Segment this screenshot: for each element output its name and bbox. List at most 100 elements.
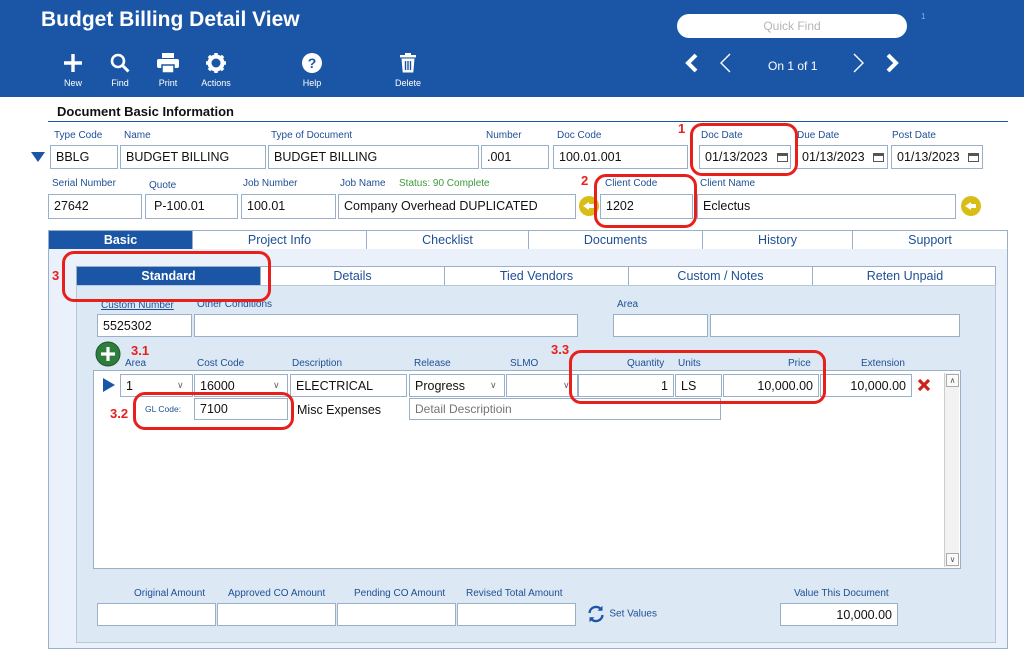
serial-number-field[interactable]: 27642 xyxy=(48,194,142,219)
section-title: Document Basic Information xyxy=(57,104,234,119)
col-header-description: Description xyxy=(292,358,343,369)
tab-tied-vendors[interactable]: Tied Vendors xyxy=(445,267,629,286)
tab-basic[interactable]: Basic xyxy=(49,231,193,250)
original-amount-label: Original Amount xyxy=(134,588,206,599)
delete-row-icon[interactable] xyxy=(917,378,931,395)
add-line-button[interactable] xyxy=(95,341,121,370)
actions-button[interactable]: Actions xyxy=(191,52,241,88)
pending-co-field xyxy=(337,603,456,626)
next-record-button[interactable] xyxy=(848,52,868,77)
callout-number-3-2: 3.2 xyxy=(110,406,129,421)
revised-total-field xyxy=(457,603,576,626)
chevron-down-icon: ∨ xyxy=(273,380,280,390)
main-tab-bar: Basic Project Info Checklist Documents H… xyxy=(48,230,1008,251)
calendar-icon[interactable] xyxy=(968,153,979,162)
col-header-extension: Extension xyxy=(861,358,905,369)
approved-co-field xyxy=(217,603,336,626)
set-values-button[interactable]: Set Values xyxy=(586,604,657,624)
print-button[interactable]: Print xyxy=(143,52,193,88)
callout-number-3: 3 xyxy=(52,268,60,283)
number-label: Number xyxy=(486,130,522,141)
callout-number-2: 2 xyxy=(581,173,589,188)
client-name-field[interactable]: Eclectus xyxy=(697,194,956,219)
row-description-field[interactable]: ELECTRICAL xyxy=(290,374,407,397)
area-label: Area xyxy=(617,299,639,310)
row-release-value: Progress xyxy=(415,379,466,393)
area-code-field[interactable] xyxy=(613,314,708,337)
job-status: Status: 90 Complete xyxy=(399,178,490,189)
new-label: New xyxy=(63,78,82,88)
quick-find-input[interactable] xyxy=(677,14,907,38)
doc-code-field[interactable]: 100.01.001 xyxy=(553,145,688,169)
col-header-release: Release xyxy=(414,358,451,369)
tab-history[interactable]: History xyxy=(703,231,853,250)
approved-co-label: Approved CO Amount xyxy=(228,588,326,599)
expand-arrow-icon[interactable] xyxy=(31,151,45,165)
scroll-up-icon[interactable]: ∧ xyxy=(946,374,959,387)
type-code-label: Type Code xyxy=(54,130,103,141)
tab-support[interactable]: Support xyxy=(853,231,1007,250)
other-conditions-field[interactable] xyxy=(194,314,578,337)
tab-checklist[interactable]: Checklist xyxy=(367,231,529,250)
find-button[interactable]: Find xyxy=(95,52,145,88)
tab-project-info[interactable]: Project Info xyxy=(193,231,367,250)
row-area-value: 1 xyxy=(126,379,133,393)
add-circle-icon xyxy=(95,341,121,367)
callout-number-1: 1 xyxy=(678,121,686,136)
job-number-field[interactable]: 100.01 xyxy=(241,194,336,219)
tab-details[interactable]: Details xyxy=(261,267,445,286)
tab-reten-unpaid[interactable]: Reten Unpaid xyxy=(813,267,997,286)
chevron-right-icon xyxy=(853,53,864,73)
job-name-field[interactable]: Company Overhead DUPLICATED xyxy=(338,194,576,219)
callout-box-3-3 xyxy=(569,350,826,404)
trash-icon xyxy=(400,53,416,73)
serial-number-label: Serial Number xyxy=(52,178,116,189)
type-of-document-label: Type of Document xyxy=(271,130,353,141)
chevron-left-bold-icon xyxy=(685,53,698,73)
help-icon: ? xyxy=(302,53,322,73)
delete-button[interactable]: Delete xyxy=(383,52,433,88)
printer-icon xyxy=(157,53,179,74)
quote-field[interactable]: P-100.01 xyxy=(145,194,238,219)
record-position: On 1 of 1 xyxy=(768,59,818,73)
delete-label: Delete xyxy=(394,78,421,88)
doc-code-label: Doc Code xyxy=(557,130,602,141)
callout-box-3-2 xyxy=(133,392,294,430)
tab-custom-notes[interactable]: Custom / Notes xyxy=(629,267,813,286)
col-header-area: Area xyxy=(125,358,147,369)
grid-scrollbar[interactable]: ∧ ∨ xyxy=(944,373,959,567)
col-header-slmo: SLMO xyxy=(510,358,539,369)
previous-record-button[interactable] xyxy=(716,52,736,77)
help-label: Help xyxy=(302,78,322,88)
scroll-down-icon[interactable]: ∨ xyxy=(946,553,959,566)
due-date-value: 01/13/2023 xyxy=(802,150,865,164)
gl-description: Misc Expenses xyxy=(297,403,382,417)
value-this-document-label: Value This Document xyxy=(794,588,889,599)
name-label: Name xyxy=(124,130,151,141)
svg-text:?: ? xyxy=(308,55,317,71)
area-name-field[interactable] xyxy=(710,314,960,337)
number-field[interactable]: .001 xyxy=(481,145,549,169)
first-record-button[interactable] xyxy=(682,52,702,77)
client-name-label: Client Name xyxy=(700,178,756,189)
calendar-icon[interactable] xyxy=(873,153,884,162)
type-of-document-field[interactable]: BUDGET BILLING xyxy=(268,145,479,169)
client-lookup-arrow-icon[interactable] xyxy=(961,196,981,216)
find-label: Find xyxy=(111,78,129,88)
last-record-button[interactable] xyxy=(882,52,902,77)
due-date-label: Due Date xyxy=(797,130,840,141)
current-row-arrow-icon xyxy=(103,378,115,395)
value-this-document-field: 10,000.00 xyxy=(780,603,898,626)
new-button[interactable]: New xyxy=(48,52,98,88)
type-code-field[interactable]: BBLG xyxy=(50,145,118,169)
quote-label: Quote xyxy=(149,180,177,191)
custom-number-field[interactable]: 5525302 xyxy=(97,314,192,337)
gear-icon xyxy=(206,53,226,73)
refresh-icon xyxy=(588,605,604,623)
chevron-right-bold-icon xyxy=(886,53,899,73)
help-button[interactable]: ? Help xyxy=(287,52,337,88)
tab-documents[interactable]: Documents xyxy=(529,231,703,250)
name-field[interactable]: BUDGET BILLING xyxy=(120,145,266,169)
actions-label: Actions xyxy=(201,78,231,88)
callout-box-3 xyxy=(62,251,271,302)
